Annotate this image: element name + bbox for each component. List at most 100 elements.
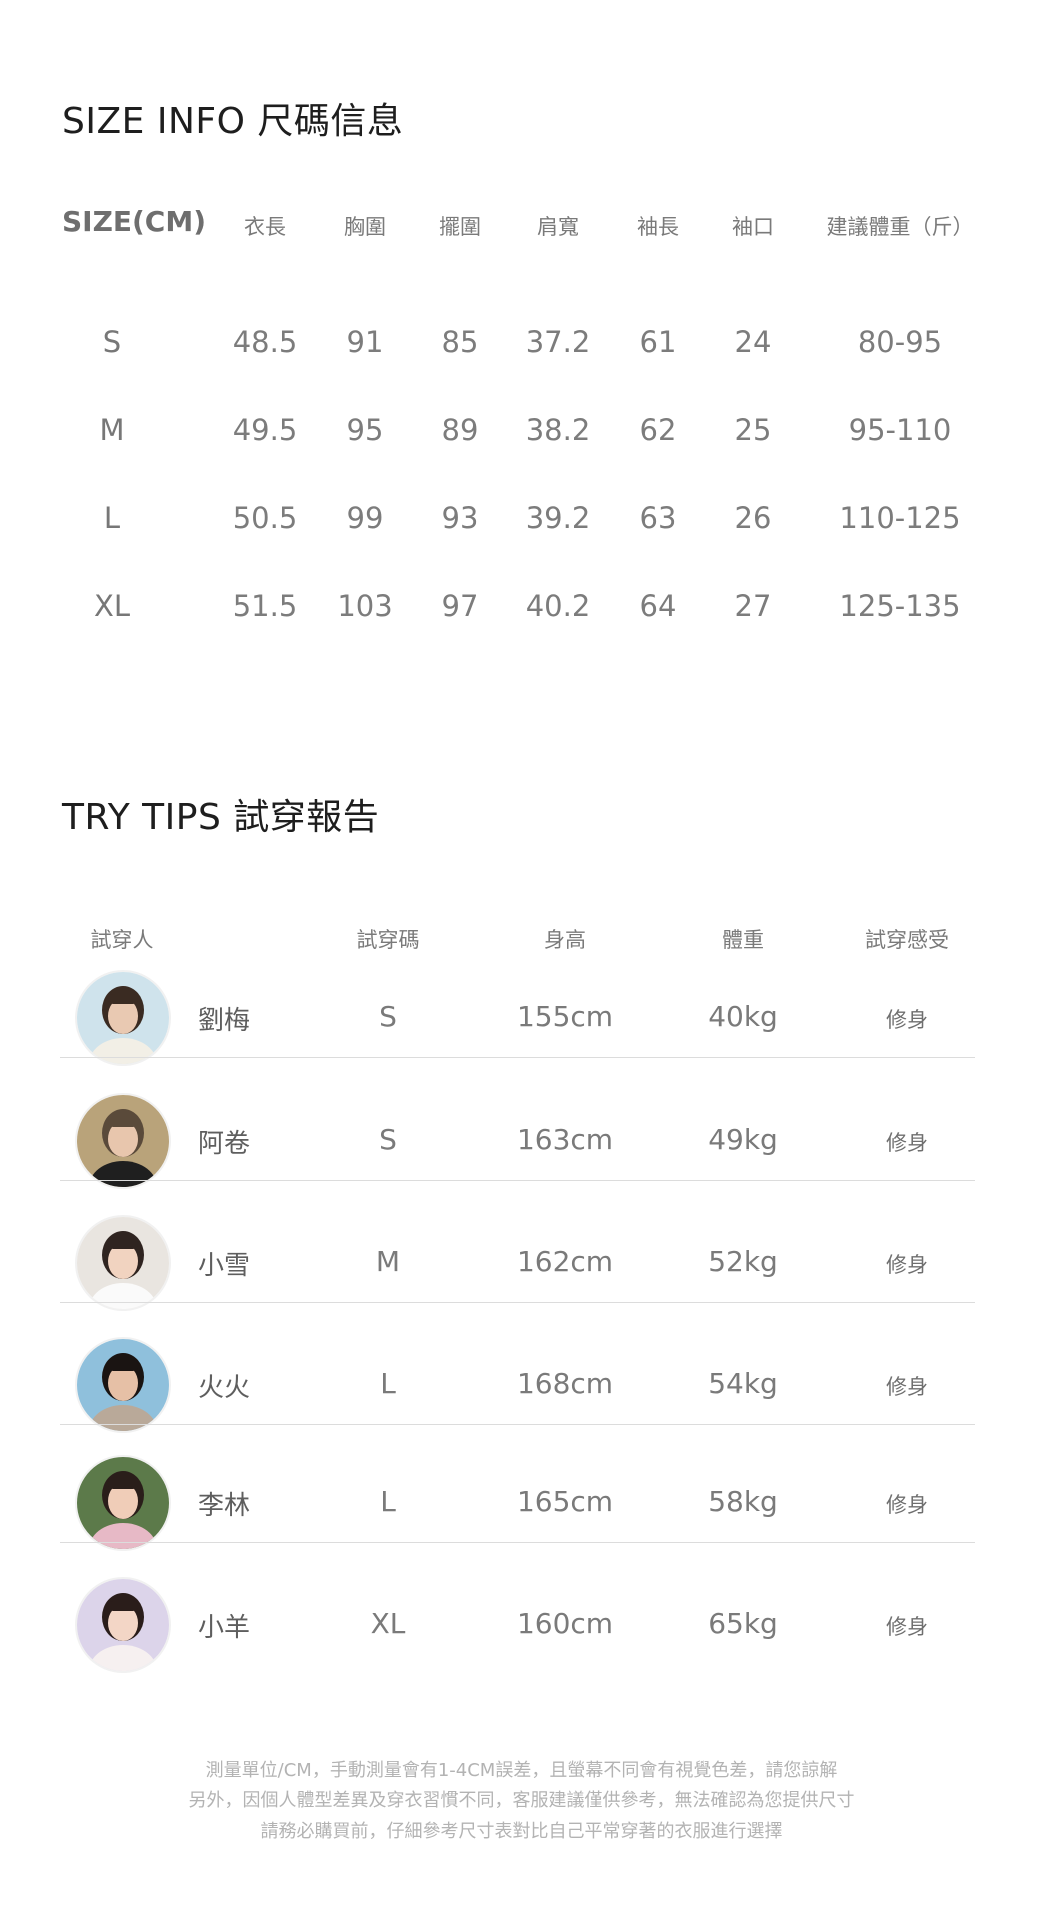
footer-note-3: 請務必購買前，仔細參考尺寸表對比自己平常穿著的衣服進行選擇 — [260, 1821, 783, 1842]
size-header-shoulder: 肩寬 — [537, 215, 579, 239]
row-divider — [60, 1057, 975, 1058]
size-row-value: 95 — [346, 413, 384, 447]
size-row-value: 99 — [346, 501, 384, 535]
row-divider — [60, 1180, 975, 1181]
size-row-value: 61 — [639, 325, 677, 359]
size-row-value: 49.5 — [232, 413, 298, 447]
avatar — [77, 1217, 169, 1309]
try-row-feel: 修身 — [886, 1375, 928, 1399]
size-row-value: 95-110 — [848, 413, 952, 447]
size-row-value: 91 — [346, 325, 384, 359]
avatar — [77, 1095, 169, 1187]
try-row-weight: 40kg — [708, 1000, 778, 1033]
try-row-weight: 58kg — [708, 1485, 778, 1518]
try-row-feel: 修身 — [886, 1008, 928, 1032]
size-row-label: S — [102, 325, 122, 359]
try-row-weight: 54kg — [708, 1367, 778, 1400]
size-header-size: SIZE(CM) — [62, 205, 207, 238]
try-row-height: 163cm — [516, 1123, 614, 1156]
size-table-header: SIZE(CM) 衣長 胸圍 擺圍 肩寬 袖長 袖口 建議體重（斤） — [60, 205, 990, 245]
avatar — [77, 1339, 169, 1431]
size-row-value: 51.5 — [232, 589, 298, 623]
try-row-feel: 修身 — [886, 1493, 928, 1517]
try-row-name: 小雪 — [198, 1251, 251, 1281]
try-row-size: M — [375, 1245, 401, 1278]
size-row-value: 110-125 — [839, 501, 961, 535]
try-row: 小雪 M 162cm 52kg 修身 — [60, 1203, 975, 1309]
try-row-feel: 修身 — [886, 1615, 928, 1639]
try-row: 阿卷 S 163cm 49kg 修身 — [60, 1081, 975, 1187]
size-row-value: 64 — [639, 589, 677, 623]
try-row-height: 165cm — [516, 1485, 614, 1518]
try-row: 李林 L 165cm 58kg 修身 — [60, 1443, 975, 1549]
try-row-name: 劉梅 — [198, 1006, 251, 1036]
try-row-size: S — [379, 1000, 397, 1033]
try-row-name: 李林 — [198, 1491, 251, 1521]
size-row: XL 51.5 103 97 40.2 64 27 125-135 — [60, 589, 990, 629]
size-info-title: SIZE INFO 尺碼信息 — [62, 101, 404, 142]
size-row-value: 125-135 — [839, 589, 961, 623]
size-row-value: 27 — [734, 589, 772, 623]
try-row-feel: 修身 — [886, 1253, 928, 1277]
row-divider — [60, 1542, 975, 1543]
size-row-value: 80-95 — [857, 325, 943, 359]
try-tips-title: TRY TIPS 試穿報告 — [62, 797, 380, 838]
footer-note-1: 測量單位/CM，手動測量會有1-4CM誤差，且螢幕不同會有視覺色差，請您諒解 — [205, 1760, 838, 1781]
try-row-name: 小羊 — [198, 1613, 251, 1643]
size-header-hem: 擺圍 — [439, 215, 481, 239]
size-row-value: 48.5 — [232, 325, 298, 359]
size-row-value: 26 — [734, 501, 772, 535]
size-row-value: 38.2 — [525, 413, 591, 447]
size-table: SIZE(CM) 衣長 胸圍 擺圍 肩寬 袖長 袖口 建議體重（斤） — [60, 205, 990, 245]
size-row-value: 39.2 — [525, 501, 591, 535]
row-divider — [60, 1302, 975, 1303]
try-row-size: S — [379, 1123, 397, 1156]
size-row-value: 37.2 — [525, 325, 591, 359]
size-row-label: L — [103, 501, 121, 535]
try-header-weight: 體重 — [722, 928, 764, 952]
try-row: 火火 L 168cm 54kg 修身 — [60, 1325, 975, 1431]
size-row-value: 25 — [734, 413, 772, 447]
try-header-feel: 試穿感受 — [865, 928, 949, 952]
try-row-size: L — [380, 1367, 396, 1400]
size-header-cuff: 袖口 — [732, 215, 774, 239]
try-row-size: L — [380, 1485, 396, 1518]
try-row-height: 162cm — [516, 1245, 614, 1278]
try-row-feel: 修身 — [886, 1131, 928, 1155]
size-row: M 49.5 95 89 38.2 62 25 95-110 — [60, 413, 990, 453]
avatar — [77, 1457, 169, 1549]
try-header-height: 身高 — [544, 928, 586, 952]
try-table: 試穿人 試穿碼 身高 體重 試穿感受 — [60, 920, 975, 960]
footer-note-2: 另外，因個人體型差異及穿衣習慣不同，客服建議僅供參考，無法確認為您提供尺寸 — [188, 1790, 855, 1811]
try-header-size: 試穿碼 — [356, 928, 420, 952]
try-row: 劉梅 S 155cm 40kg 修身 — [60, 958, 975, 1064]
size-header-sleeve: 袖長 — [637, 215, 679, 239]
size-row-value: 40.2 — [525, 589, 591, 623]
size-row-value: 63 — [639, 501, 677, 535]
size-row-value: 89 — [441, 413, 479, 447]
try-row-size: XL — [370, 1607, 406, 1640]
try-table-header: 試穿人 試穿碼 身高 體重 試穿感受 — [60, 920, 975, 960]
size-row-label: XL — [93, 589, 131, 623]
size-row-label: M — [99, 413, 125, 447]
size-header-length: 衣長 — [244, 215, 286, 239]
try-row: 小羊 XL 160cm 65kg 修身 — [60, 1565, 975, 1671]
size-row: L 50.5 99 93 39.2 63 26 110-125 — [60, 501, 990, 541]
size-row-value: 50.5 — [232, 501, 298, 535]
try-row-weight: 49kg — [708, 1123, 778, 1156]
size-header-weight: 建議體重（斤） — [826, 215, 974, 239]
try-row-weight: 65kg — [708, 1607, 778, 1640]
size-row-value: 62 — [639, 413, 677, 447]
size-row-value: 103 — [337, 589, 393, 623]
size-row-value: 24 — [734, 325, 772, 359]
try-row-height: 160cm — [516, 1607, 614, 1640]
try-row-height: 155cm — [516, 1000, 614, 1033]
try-row-weight: 52kg — [708, 1245, 778, 1278]
size-row: S 48.5 91 85 37.2 61 24 80-95 — [60, 325, 990, 365]
row-divider — [60, 1424, 975, 1425]
try-row-name: 阿卷 — [198, 1129, 251, 1159]
size-row-value: 85 — [441, 325, 479, 359]
size-row-value: 97 — [441, 589, 479, 623]
size-row-value: 93 — [441, 501, 479, 535]
try-header-person: 試穿人 — [90, 928, 154, 952]
